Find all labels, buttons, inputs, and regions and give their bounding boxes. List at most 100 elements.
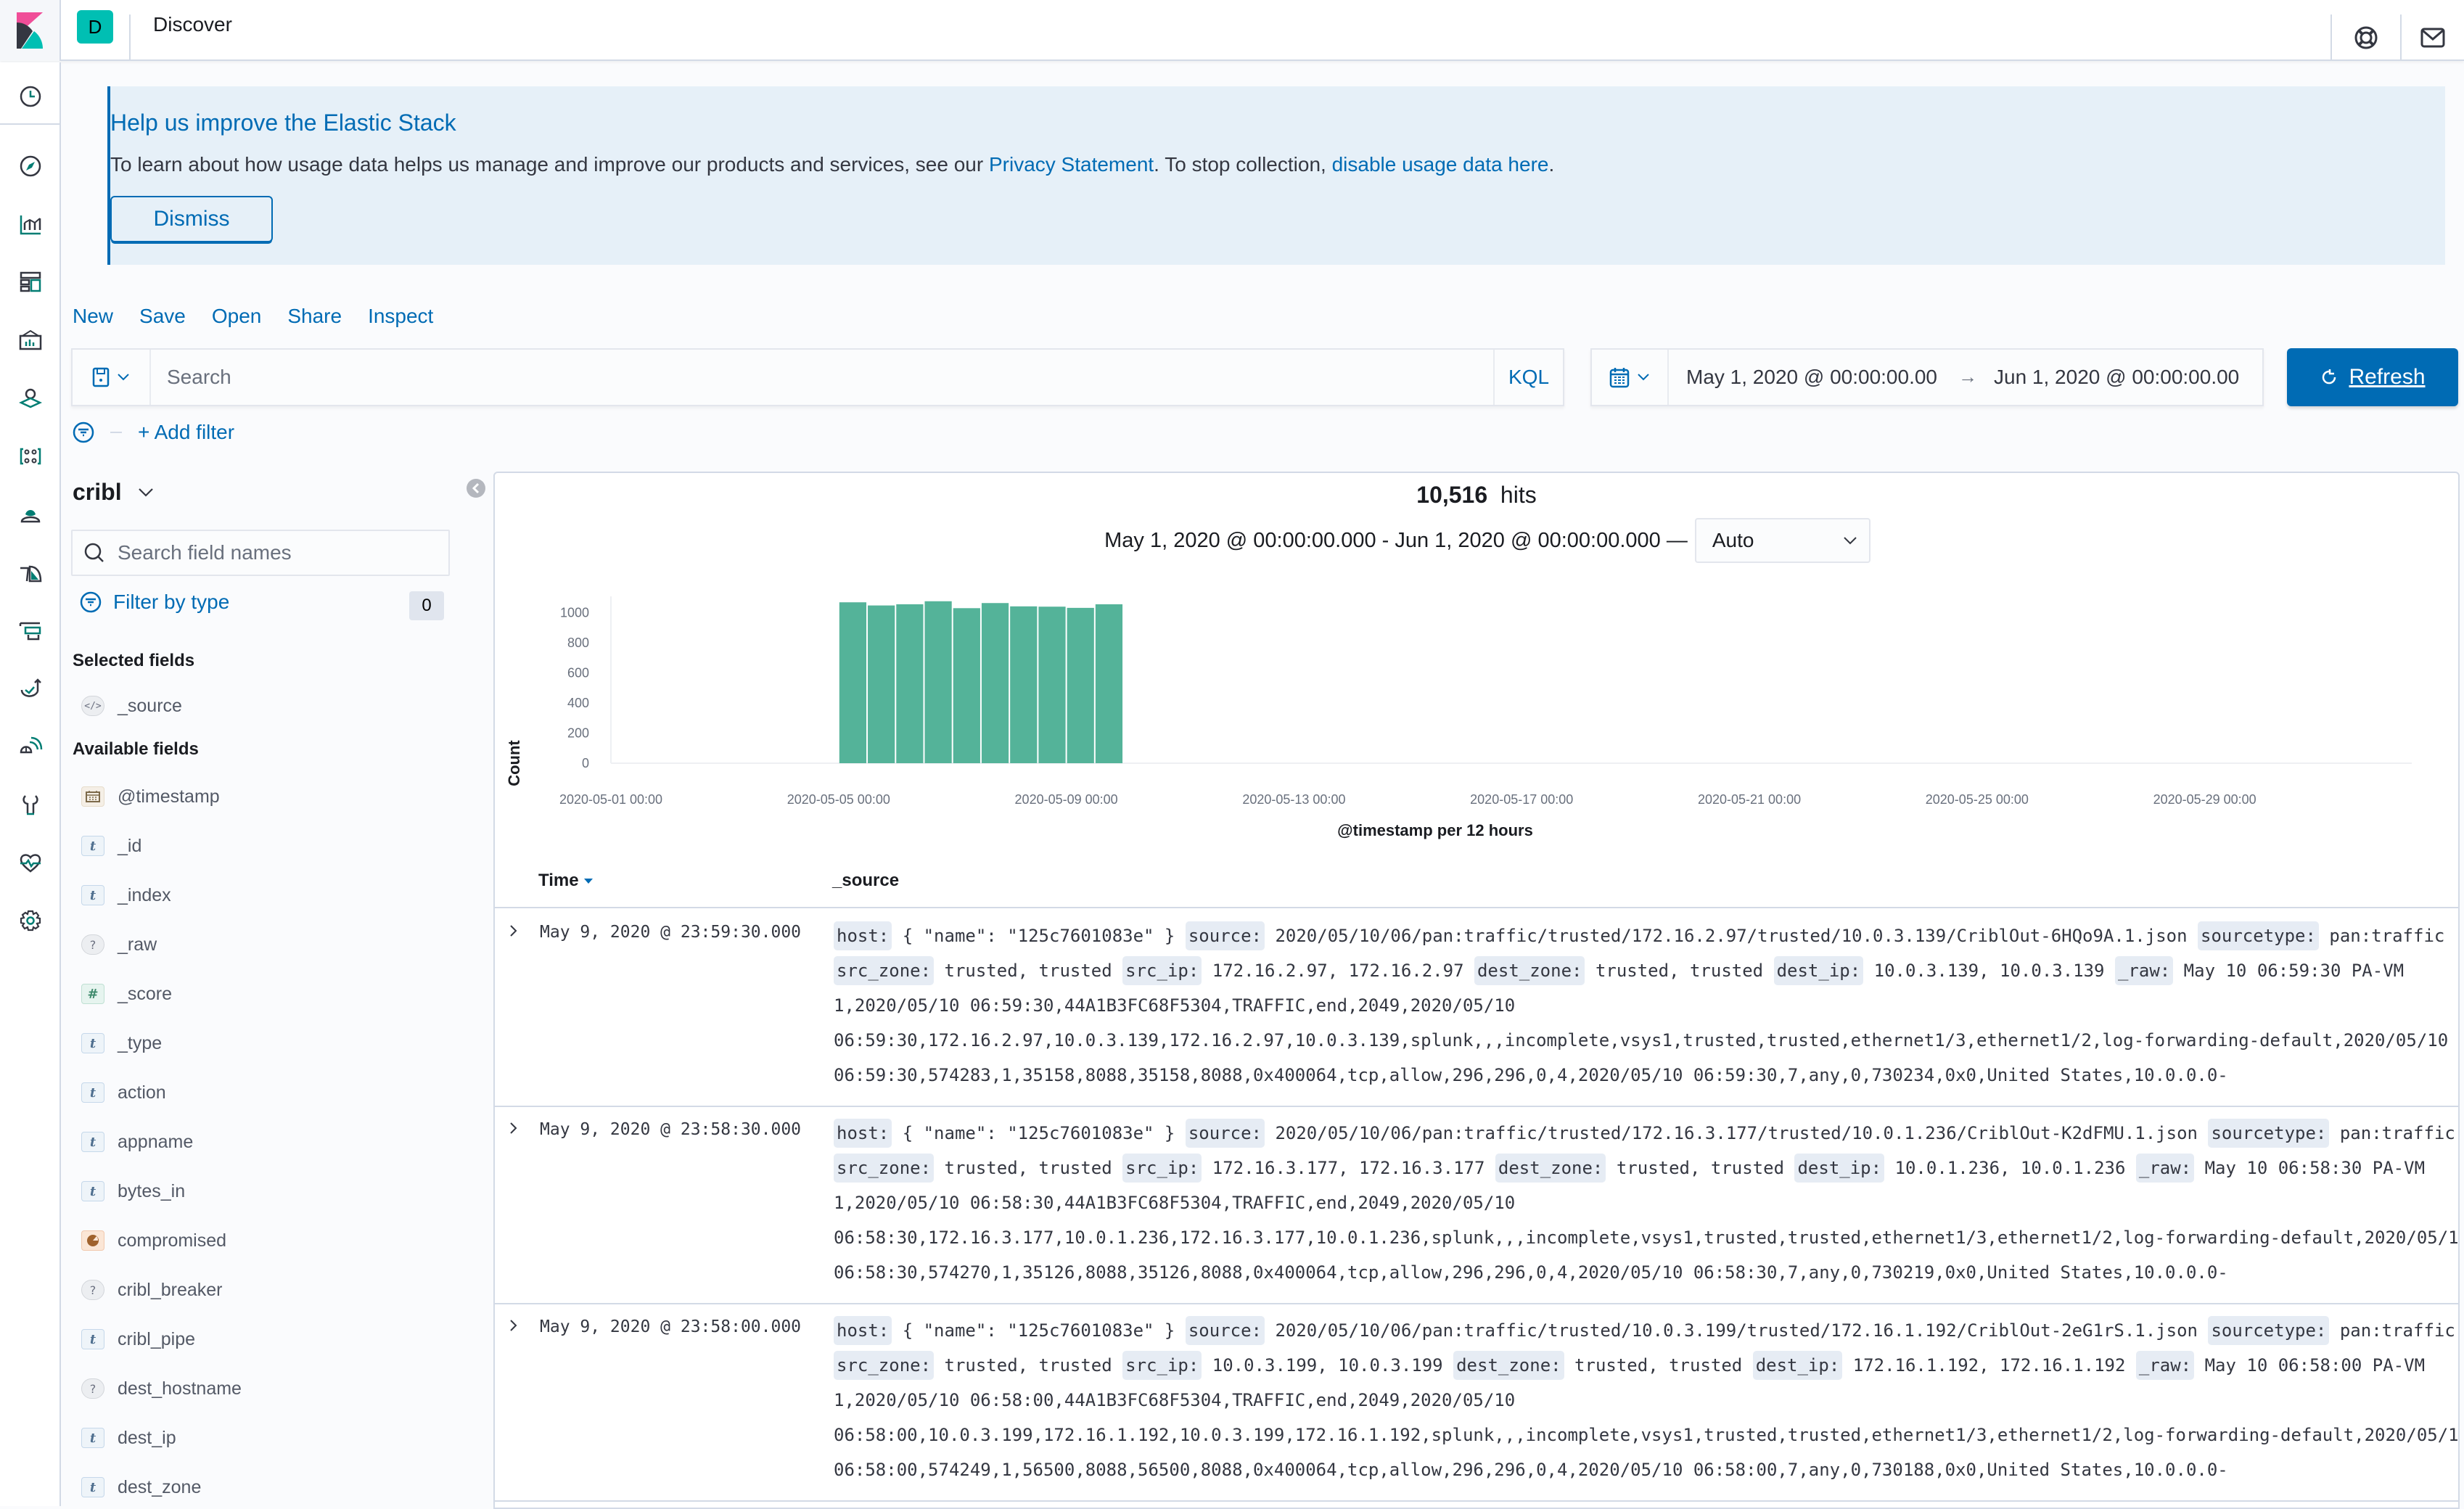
filter-by-type-button[interactable]: Filter by type	[80, 591, 229, 614]
field-item[interactable]: t bytes_in	[81, 1177, 185, 1206]
nav-logs[interactable]	[0, 547, 61, 598]
ml-icon	[20, 448, 41, 465]
source-field-key: dest_zone:	[1495, 1154, 1606, 1183]
histogram-bar[interactable]	[981, 603, 1009, 763]
nav-discover[interactable]	[0, 141, 61, 192]
histogram-bar[interactable]	[868, 605, 895, 763]
field-item[interactable]: ? dest_hostname	[81, 1374, 242, 1403]
field-name: _source	[118, 695, 182, 716]
histogram-bar[interactable]	[1095, 604, 1123, 763]
nav-dashboard[interactable]	[0, 257, 61, 308]
field-name: bytes_in	[118, 1180, 186, 1201]
interval-select[interactable]: Auto	[1694, 518, 1870, 563]
nav-infrastructure[interactable]	[0, 605, 61, 656]
field-item[interactable]: </> _source	[81, 691, 182, 720]
saved-query-button[interactable]	[73, 350, 151, 405]
expand-row-button[interactable]	[505, 1117, 522, 1139]
privacy-statement-link[interactable]: Privacy Statement	[989, 153, 1154, 176]
column-header-time[interactable]: Time	[538, 871, 594, 891]
life-ring-icon	[2354, 26, 2378, 49]
menu-inspect[interactable]: Inspect	[368, 305, 433, 328]
source-field-value: 10.0.1.236, 10.0.1.236	[1894, 1158, 2126, 1178]
space-avatar[interactable]: D	[77, 10, 113, 44]
y-tick-label: 1000	[560, 606, 589, 620]
x-tick-label: 2020-05-09 00:00	[1015, 792, 1118, 807]
histogram-bar[interactable]	[924, 601, 952, 763]
field-name: _id	[118, 835, 142, 856]
search-input[interactable]	[167, 361, 1473, 393]
dismiss-button[interactable]: Dismiss	[110, 196, 273, 242]
menu-new[interactable]: New	[73, 305, 113, 328]
sort-descending-icon[interactable]	[583, 877, 594, 884]
source-field-value: 172.16.3.177, 172.16.3.177	[1212, 1158, 1485, 1178]
menu-share[interactable]: Share	[287, 305, 342, 328]
source-field-value: May 10 06:59:30 PA-VM	[2183, 961, 2405, 981]
disable-usage-data-link[interactable]: disable usage data here	[1332, 153, 1549, 176]
source-field-value: May 10 06:58:00 PA-VM	[2204, 1355, 2426, 1376]
nav-management[interactable]	[0, 895, 61, 946]
menu-save[interactable]: Save	[139, 305, 186, 328]
source-field-value: { "name": "125c7601083e" }	[902, 1320, 1175, 1341]
collapse-sidebar-button[interactable]	[467, 479, 485, 498]
histogram-bar[interactable]	[1010, 606, 1038, 763]
field-item[interactable]: t dest_ip	[81, 1423, 176, 1452]
field-item[interactable]: t _id	[81, 831, 141, 860]
y-tick-label: 200	[567, 726, 589, 741]
histogram-bar[interactable]	[896, 604, 924, 763]
field-item[interactable]: compromised	[81, 1226, 226, 1255]
field-item[interactable]: t appname	[81, 1127, 193, 1156]
add-filter-button[interactable]: + Add filter	[138, 421, 234, 444]
field-item[interactable]: ? _raw	[81, 930, 157, 959]
histogram-bar[interactable]	[953, 608, 980, 763]
field-search-input[interactable]	[118, 538, 437, 567]
nav-machine-learning[interactable]	[0, 431, 61, 482]
row-timestamp: May 9, 2020 @ 23:58:30.000	[540, 1120, 802, 1139]
field-item[interactable]: # _score	[81, 979, 172, 1008]
source-field-key: src_ip:	[1122, 1154, 1202, 1183]
nav-monitoring[interactable]	[0, 837, 61, 888]
callout-title-text: Help us improve the Elastic Stack	[110, 110, 456, 136]
chevron-down-icon	[118, 374, 129, 381]
nav-apm[interactable]	[0, 721, 61, 772]
histogram-bar[interactable]	[1067, 607, 1094, 763]
expand-row-button[interactable]	[505, 1315, 522, 1336]
menu-open[interactable]: Open	[212, 305, 262, 328]
field-item[interactable]: t action	[81, 1078, 166, 1107]
quick-select-button[interactable]	[1592, 350, 1669, 405]
histogram-bar[interactable]	[1038, 607, 1066, 763]
source-field-key: src_zone:	[834, 1351, 935, 1380]
help-button[interactable]	[2330, 15, 2400, 61]
nav-canvas[interactable]	[0, 315, 61, 366]
nav-uptime[interactable]	[0, 663, 61, 714]
refresh-button[interactable]: Refresh	[2287, 348, 2458, 406]
date-end[interactable]: Jun 1, 2020 @ 00:00:00.00	[1994, 366, 2239, 389]
histogram-bar[interactable]	[839, 602, 867, 763]
source-field-value: trusted, trusted	[1574, 1355, 1743, 1376]
field-item[interactable]: @timestamp	[81, 782, 220, 811]
filter-options-icon[interactable]	[73, 422, 94, 443]
field-item[interactable]: t _index	[81, 881, 171, 910]
source-field-key: dest_ip:	[1794, 1154, 1885, 1183]
nav-siem[interactable]	[0, 489, 61, 540]
date-start[interactable]: May 1, 2020 @ 00:00:00.00	[1686, 366, 1937, 389]
nav-dev-tools[interactable]	[0, 779, 61, 830]
field-item[interactable]: t cribl_pipe	[81, 1325, 195, 1354]
field-item[interactable]: ? cribl_breaker	[81, 1275, 223, 1304]
row-source: host: { "name": "125c7601083e" } source:…	[834, 918, 2452, 1093]
compass-icon	[20, 155, 41, 177]
query-language-button[interactable]: KQL	[1493, 350, 1563, 405]
source-line: src_zone: trusted, trusted src_ip: 172.1…	[834, 1151, 2452, 1185]
field-item[interactable]: t _type	[81, 1029, 162, 1058]
field-item[interactable]: t dest_zone	[81, 1473, 201, 1502]
source-line: 06:58:30,574270,1,35126,8088,35126,8088,…	[834, 1255, 2452, 1290]
y-tick-label: 800	[567, 636, 589, 650]
x-tick-label: 2020-05-29 00:00	[2153, 792, 2256, 807]
index-pattern-selector[interactable]: cribl	[73, 479, 154, 506]
nav-recently-viewed[interactable]	[0, 71, 61, 122]
news-feed-button[interactable]	[2400, 15, 2464, 61]
chevron-left-icon	[472, 482, 480, 494]
kibana-logo[interactable]	[0, 0, 61, 61]
nav-maps[interactable]	[0, 373, 61, 424]
nav-visualize[interactable]	[0, 199, 61, 250]
expand-row-button[interactable]	[505, 920, 522, 942]
